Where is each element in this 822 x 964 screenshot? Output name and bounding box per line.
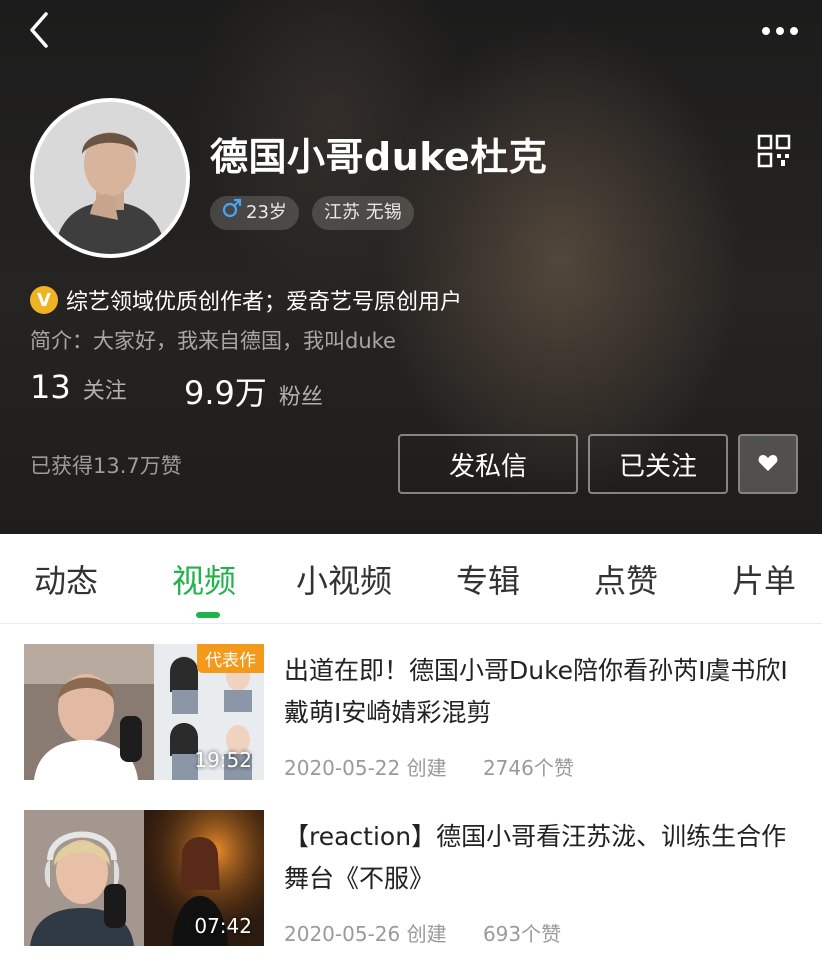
- male-icon: [222, 196, 246, 230]
- following-count: 13: [30, 368, 71, 406]
- video-date: 2020-05-26 创建: [284, 922, 447, 946]
- tab-short-video[interactable]: 小视频: [296, 556, 392, 602]
- age-tag: 23岁: [210, 196, 299, 230]
- video-item[interactable]: 07:42 【reaction】德国小哥看汪苏泷、训练生合作舞台《不服》 202…: [0, 806, 822, 956]
- qr-code-icon[interactable]: [757, 134, 791, 168]
- bio: 简介：大家好，我来自德国，我叫duke: [30, 329, 396, 353]
- certification-text: 综艺领域优质创作者；爱奇艺号原创用户: [66, 290, 463, 315]
- video-likes: 693个赞: [482, 922, 562, 946]
- age-label: 23岁: [246, 202, 287, 223]
- avatar[interactable]: [30, 98, 190, 258]
- heart-icon: [758, 449, 778, 479]
- follow-options-button[interactable]: [738, 434, 798, 494]
- video-thumbnail[interactable]: 07:42: [24, 810, 264, 946]
- tab-album[interactable]: 专辑: [456, 556, 520, 602]
- video-thumbnail[interactable]: 代表作 19:52: [24, 644, 264, 780]
- fans-count: 9.9万: [184, 374, 267, 412]
- video-title[interactable]: 出道在即！德国小哥Duke陪你看孙芮I虞书欣I戴萌I安崎婧彩混剪: [284, 650, 794, 734]
- video-title[interactable]: 【reaction】德国小哥看汪苏泷、训练生合作舞台《不服》: [284, 816, 794, 900]
- content-tabs: 动态 视频 小视频 专辑 点赞 片单: [0, 534, 822, 624]
- tab-playlist[interactable]: 片单: [732, 556, 796, 602]
- certification: V 综艺领域优质创作者；爱奇艺号原创用户: [30, 284, 462, 316]
- video-duration: 07:42: [194, 914, 252, 938]
- tab-liked[interactable]: 点赞: [594, 556, 658, 602]
- featured-badge: 代表作: [197, 644, 264, 673]
- video-item[interactable]: 代表作 19:52 出道在即！德国小哥Duke陪你看孙芮I虞书欣I戴萌I安崎婧彩…: [0, 640, 822, 790]
- video-meta: 2020-05-26 创建 693个赞: [284, 918, 561, 947]
- profile-name: 德国小哥duke杜克: [210, 135, 548, 179]
- fans-stat[interactable]: 9.9万 粉丝: [184, 368, 323, 414]
- fans-label: 粉丝: [278, 385, 323, 410]
- video-date: 2020-05-22 创建: [284, 756, 447, 780]
- verified-v-icon: V: [30, 286, 58, 314]
- location-tag: 江苏 无锡: [312, 196, 414, 230]
- video-likes: 2746个赞: [482, 756, 574, 780]
- following-label: 关注: [82, 379, 127, 404]
- likes-received: 已获得13.7万赞: [30, 454, 182, 478]
- following-stat[interactable]: 13 关注: [30, 368, 127, 406]
- active-tab-indicator: [196, 612, 220, 618]
- more-dots-icon[interactable]: [762, 22, 804, 40]
- profile-header: 德国小哥duke杜克 23岁 江苏 无锡 V 综艺领域优质创作者；爱奇艺号原创用…: [0, 0, 822, 534]
- tab-video[interactable]: 视频: [172, 556, 236, 602]
- followed-button[interactable]: 已关注: [588, 434, 728, 494]
- video-meta: 2020-05-22 创建 2746个赞: [284, 752, 574, 781]
- back-arrow-icon[interactable]: [20, 10, 60, 50]
- tab-dongtai[interactable]: 动态: [34, 556, 98, 602]
- video-duration: 19:52: [194, 748, 252, 772]
- send-message-button[interactable]: 发私信: [398, 434, 578, 494]
